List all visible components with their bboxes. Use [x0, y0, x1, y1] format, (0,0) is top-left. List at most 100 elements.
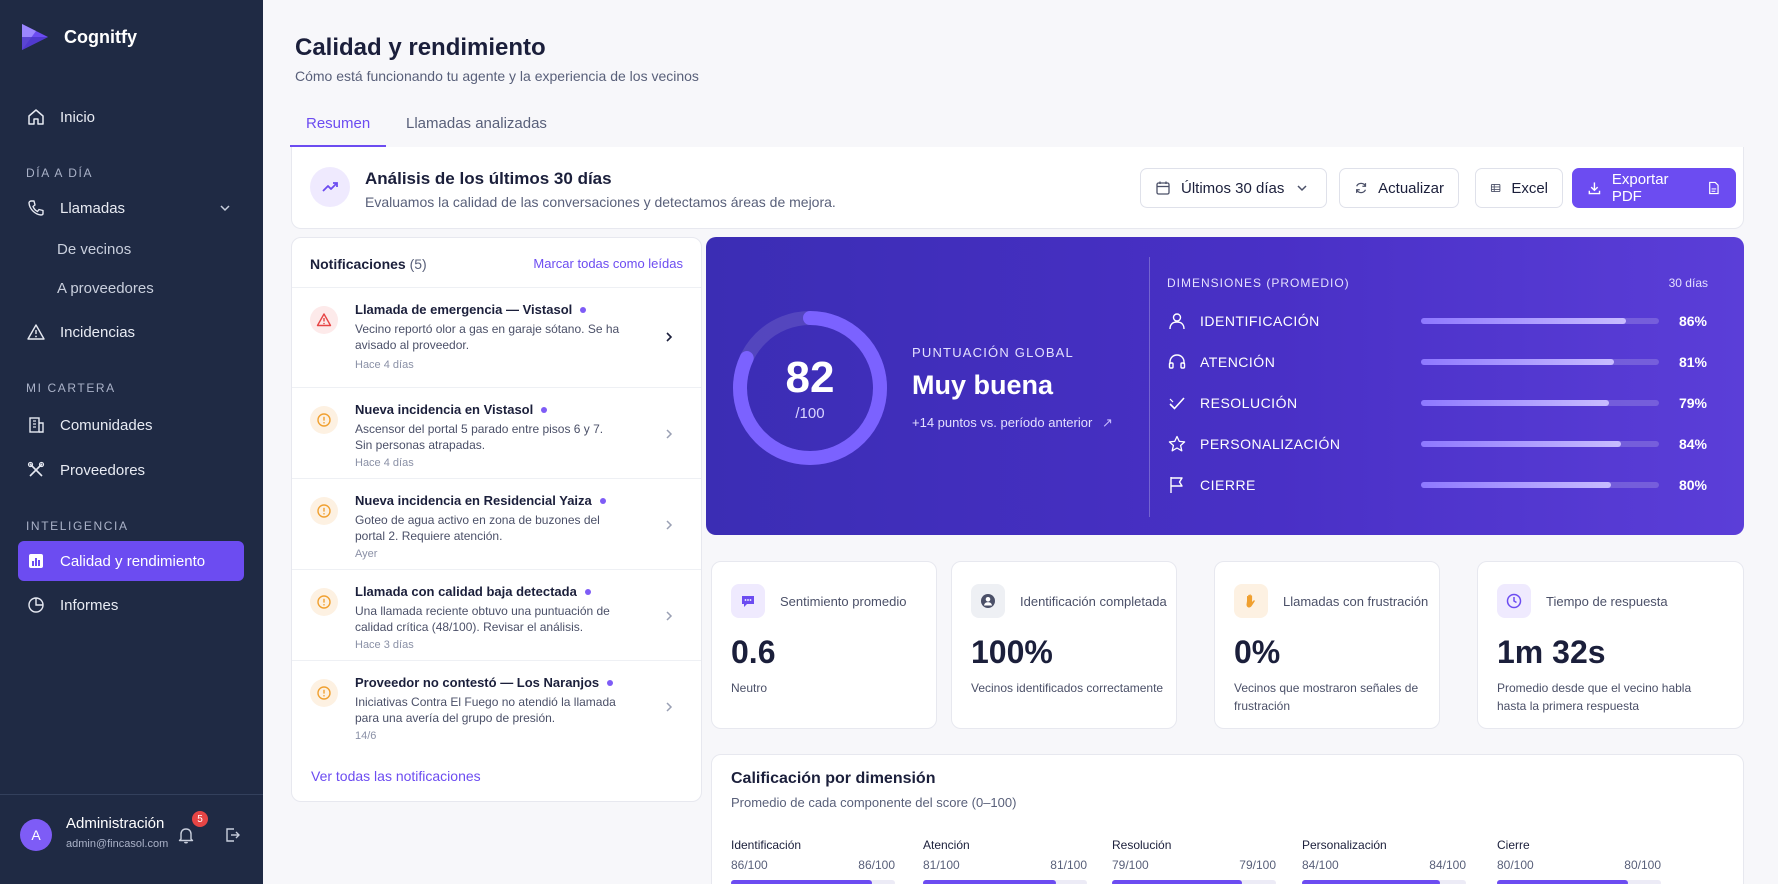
- nav-llamadas[interactable]: Llamadas: [18, 188, 244, 228]
- dimension-row: PERSONALIZACIÓN 84%: [1167, 432, 1707, 456]
- nav-de-vecinos[interactable]: De vecinos: [57, 241, 131, 258]
- dimension-name: RESOLUCIÓN: [1200, 395, 1298, 411]
- notification-body: Iniciativas Contra El Fuego no atendió l…: [355, 695, 616, 725]
- rating-values: 84/100 84/100: [1302, 858, 1466, 874]
- rating-value-left: 84/100: [1302, 858, 1339, 872]
- nav-inicio[interactable]: Inicio: [18, 97, 244, 137]
- calendar-icon: [1156, 181, 1170, 195]
- logout-icon[interactable]: [222, 825, 242, 845]
- notification-item[interactable]: Nueva incidencia en Vistasol Ascensor de…: [292, 387, 701, 478]
- dimensions-period: 30 días: [1668, 276, 1708, 290]
- dimension-row: RESOLUCIÓN 79%: [1167, 391, 1707, 415]
- dimension-name: IDENTIFICACIÓN: [1200, 313, 1320, 329]
- notification-item[interactable]: Llamada de emergencia — Vistasol Vecino …: [292, 287, 701, 387]
- trend-icon: [310, 167, 350, 207]
- nav-incidencias[interactable]: Incidencias: [18, 312, 244, 352]
- refresh-button[interactable]: Actualizar: [1339, 168, 1459, 208]
- kpi-label: Sentimiento promedio: [780, 594, 907, 609]
- excel-button[interactable]: Excel: [1475, 168, 1563, 208]
- kpi-card: Tiempo de respuesta 1m 32s Promedio desd…: [1477, 561, 1744, 729]
- file-icon: [1709, 181, 1719, 195]
- score-max: /100: [795, 405, 825, 422]
- notification-time: Hace 4 días: [355, 359, 414, 371]
- unread-dot: [599, 497, 606, 504]
- rating-values: 81/100 81/100: [923, 858, 1087, 874]
- avatar[interactable]: A: [20, 819, 52, 851]
- kpi-value: 0%: [1234, 634, 1281, 670]
- notification-item[interactable]: Llamada con calidad baja detectada Una l…: [292, 569, 701, 660]
- period-select[interactable]: Últimos 30 días: [1140, 168, 1327, 208]
- unread-dot: [580, 306, 587, 313]
- notification-body: Goteo de agua activo en zona de buzones …: [355, 513, 600, 543]
- rating-bar-fill: [1112, 880, 1242, 884]
- warning-icon: [27, 324, 45, 340]
- bell-icon[interactable]: [176, 825, 196, 845]
- rating-name: Identificación: [731, 838, 802, 852]
- nav-inicio-label: Inicio: [60, 108, 96, 126]
- notification-body: Ascensor del portal 5 parado entre pisos…: [355, 422, 604, 452]
- rating-bar-fill: [923, 880, 1056, 884]
- rating-value-left: 79/100: [1112, 858, 1149, 872]
- nav-proveedores-label: Proveedores: [60, 461, 146, 479]
- user-icon: [971, 584, 1005, 618]
- kpi-label: Llamadas con frustración: [1283, 594, 1429, 609]
- dimension-bar: [1421, 318, 1659, 324]
- mark-all-read-link[interactable]: Marcar todas como leídas: [533, 256, 683, 271]
- nav-a-proveedores[interactable]: A proveedores: [57, 280, 154, 297]
- headset-icon: [1168, 354, 1186, 369]
- rating-item: Personalización 84/100 84/100: [1302, 838, 1466, 884]
- notification-title: Llamada de emergencia — Vistasol: [355, 302, 587, 317]
- global-score-panel: 82 /100 PUNTUACIÓN GLOBAL Muy buena +14 …: [706, 237, 1744, 535]
- nav-informes[interactable]: Informes: [18, 585, 244, 625]
- dimension-pct: 79%: [1678, 395, 1707, 411]
- alert-triangle-icon: [310, 306, 338, 334]
- chevron-down-icon: [1297, 185, 1307, 192]
- clock-icon: [1497, 584, 1531, 618]
- nav-comunidades-label: Comunidades: [60, 416, 153, 434]
- dimension-name: ATENCIÓN: [1200, 354, 1276, 370]
- dimension-bar: [1421, 359, 1659, 365]
- notifications-title-text: Notificaciones: [310, 256, 406, 272]
- rating-value-right: 80/100: [1624, 858, 1661, 872]
- alert-circle-icon: [310, 406, 338, 434]
- nav-comunidades[interactable]: Comunidades: [18, 405, 244, 445]
- tab-resumen[interactable]: Resumen: [290, 115, 387, 147]
- home-icon: [28, 109, 44, 125]
- main-content: Calidad y rendimiento Cómo está funciona…: [263, 0, 1778, 884]
- nav-proveedores[interactable]: Proveedores: [18, 450, 244, 490]
- dimension-pct: 80%: [1678, 477, 1707, 493]
- notification-title: Nueva incidencia en Vistasol: [355, 402, 548, 417]
- notifications-count: (5): [409, 256, 427, 272]
- score-label: PUNTUACIÓN GLOBAL: [912, 345, 1074, 360]
- see-all-notifications-link[interactable]: Ver todas las notificaciones: [311, 768, 481, 784]
- notification-item[interactable]: Nueva incidencia en Residencial Yaiza Go…: [292, 478, 701, 569]
- rating-values: 86/100 86/100: [731, 858, 895, 874]
- dimension-bar: [1421, 482, 1659, 488]
- kpi-description: Promedio desde que el vecino habla hasta…: [1497, 681, 1692, 713]
- chevron-right-icon: [666, 429, 673, 439]
- unread-dot: [607, 679, 614, 686]
- alert-circle-icon: [310, 679, 338, 707]
- refresh-button-label: Actualizar: [1378, 179, 1444, 197]
- phone-icon: [28, 200, 44, 216]
- kpi-description: Vecinos que mostraron señales de frustra…: [1234, 681, 1419, 713]
- bar-chart-icon: [29, 554, 43, 568]
- dimension-bar-fill: [1421, 482, 1612, 488]
- trend-up-icon: ↗: [1101, 415, 1113, 430]
- nav-calidad[interactable]: Calidad y rendimiento: [18, 541, 244, 581]
- logo[interactable]: Cognitfy: [18, 20, 137, 54]
- notification-item[interactable]: Proveedor no contestó — Los Naranjos Ini…: [292, 660, 701, 751]
- analysis-toolbar: Análisis de los últimos 30 días Evaluamo…: [291, 147, 1744, 229]
- rating-name: Personalización: [1302, 838, 1387, 852]
- rating-bar: [923, 880, 1087, 884]
- user-email: admin@fincasol.com: [66, 838, 169, 850]
- nav-incidencias-label: Incidencias: [60, 323, 136, 341]
- export-pdf-button[interactable]: Exportar PDF: [1572, 168, 1736, 208]
- check-icon: [1169, 397, 1185, 410]
- nav-section-cartera: MI CARTERA: [26, 381, 116, 395]
- sidebar-footer: A Administración admin@fincasol.com 5: [0, 794, 263, 884]
- dimension-pct: 84%: [1678, 436, 1707, 452]
- rating-value-right: 84/100: [1429, 858, 1466, 872]
- tab-llamadas-analizadas[interactable]: Llamadas analizadas: [390, 115, 563, 147]
- notification-time: 14/6: [355, 730, 377, 742]
